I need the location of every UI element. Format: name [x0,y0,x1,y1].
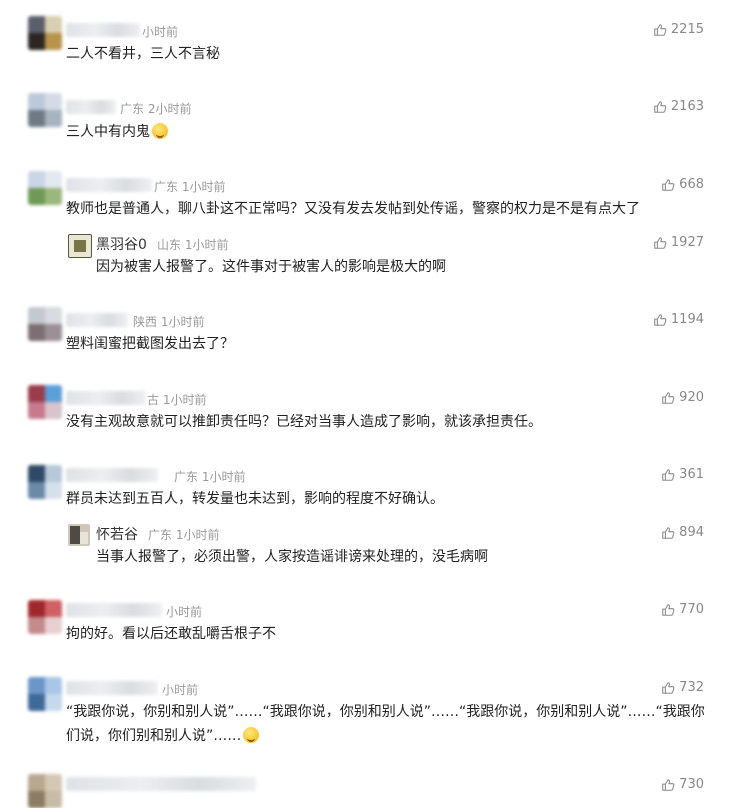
like-count: 770 [679,602,704,617]
comment-meta: 小时前 [162,683,199,697]
username-blurred[interactable] [66,100,116,114]
like-count: 1194 [670,312,704,327]
like-button[interactable]: 920 [661,390,704,405]
avatar[interactable] [28,93,62,127]
like-count: 1927 [670,235,704,250]
reply-meta: 广东 1小时前 [148,528,220,542]
sweat-smile-emoji-icon [243,727,260,743]
username-blurred[interactable] [66,313,128,327]
comment-meta: 古 1小时前 [147,393,207,407]
avatar[interactable] [28,16,62,50]
thumbs-up-icon [662,526,675,539]
thumbs-up-icon [662,778,675,791]
like-count: 2163 [670,99,704,114]
thumbs-up-icon [654,100,667,113]
like-button[interactable]: 668 [661,177,704,192]
thumbs-up-icon [654,313,667,326]
comment-text: 教师也是普通人，聊八卦这不正常吗？又没有发去发帖到处传谣，警察的权力是不是有点大… [66,201,640,217]
comment-text: 群员未达到五百人，转发量也未达到，影响的程度不好确认。 [66,491,444,507]
comment-text-content: “我跟你说，你别和别人说”……“我跟你说，你别和别人说”……“我跟你说，你别和别… [66,704,705,744]
like-count: 361 [679,467,704,482]
like-button[interactable]: 730 [661,777,704,792]
reply-meta: 山东 1小时前 [157,238,229,252]
like-count: 894 [679,525,704,540]
thumbs-up-icon [654,236,667,249]
username-blurred[interactable] [66,178,152,192]
like-button[interactable]: 2163 [653,99,704,114]
thumbs-up-icon [662,468,675,481]
like-button[interactable]: 894 [661,525,704,540]
like-button[interactable]: 732 [661,680,704,695]
comment-meta: 陕西 1小时前 [133,315,205,329]
avatar[interactable] [28,385,62,419]
comment-text: 三人中有内鬼 [66,120,168,144]
reply-avatar[interactable] [68,524,90,546]
laughing-emoji-icon [152,123,168,139]
avatar[interactable] [28,465,62,499]
comment-meta: 广东 2小时前 [120,102,192,116]
comment-meta: 小时前 [166,605,203,619]
comment-text: “我跟你说，你别和别人说”……“我跟你说，你别和别人说”……“我跟你说，你别和别… [66,700,706,748]
reply-text: 当事人报警了，必须出警，人家按造谣诽谤来处理的，没毛病啊 [96,549,488,565]
thumbs-up-icon [662,681,675,694]
like-button[interactable]: 2215 [653,22,704,37]
thumbs-up-icon [662,603,675,616]
like-button[interactable]: 1194 [653,312,704,327]
like-count: 920 [679,390,704,405]
comment-text: 拘的好。看以后还敢乱嚼舌根子不 [66,626,276,642]
like-button[interactable]: 361 [661,467,704,482]
thumbs-up-icon [654,23,667,36]
comment-meta: 广东 1小时前 [154,180,226,194]
like-button[interactable]: 1927 [653,235,704,250]
like-count: 730 [679,777,704,792]
reply-username[interactable]: 怀若谷 [96,524,138,544]
avatar[interactable] [28,774,62,808]
avatar[interactable] [28,171,62,205]
comment-text-content: 三人中有内鬼 [66,124,150,140]
like-count: 732 [679,680,704,695]
username-blurred[interactable] [66,681,158,695]
username-blurred[interactable] [66,603,162,617]
username-blurred[interactable] [66,777,256,791]
avatar[interactable] [28,307,62,341]
comment-text: 塑料闺蜜把截图发出去了？ [66,336,234,352]
reply-username[interactable]: 黑羽谷0 [96,234,147,254]
username-blurred[interactable] [66,391,146,405]
avatar[interactable] [28,600,62,634]
reply-text: 因为被害人报警了。这件事对于被害人的影响是极大的啊 [96,259,446,275]
like-count: 2215 [670,22,704,37]
thumbs-up-icon [662,391,675,404]
comment-meta: 小时前 [142,25,179,39]
reply-avatar[interactable] [68,234,92,258]
like-button[interactable]: 770 [661,602,704,617]
thumbs-up-icon [662,178,675,191]
username-blurred[interactable] [66,468,158,482]
like-count: 668 [679,177,704,192]
username-blurred[interactable] [66,23,140,37]
comment-meta: 广东 1小时前 [174,470,246,484]
comment-text: 二人不看井，三人不言秘 [66,46,220,62]
comment-text: 没有主观故意就可以推卸责任吗？已经对当事人造成了影响，就该承担责任。 [66,414,542,430]
avatar[interactable] [28,677,62,711]
